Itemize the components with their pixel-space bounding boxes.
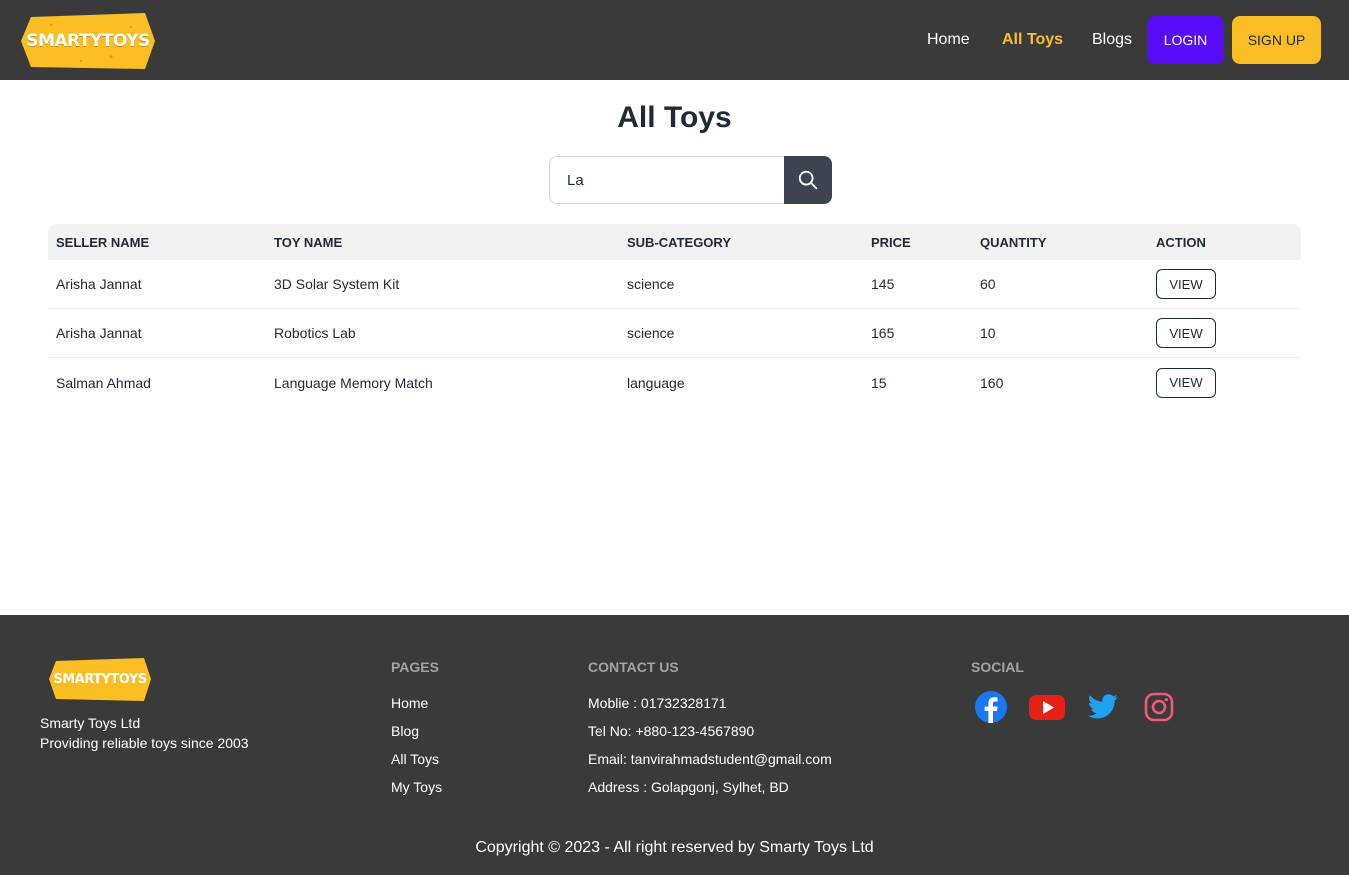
cell-toy-name: 3D Solar System Kit — [266, 260, 619, 309]
nav-blogs[interactable]: Blogs — [1092, 29, 1132, 51]
footer-link-all-toys[interactable]: All Toys — [391, 749, 439, 769]
cell-sub-category: science — [619, 260, 863, 309]
footer-link-blog[interactable]: Blog — [391, 721, 419, 741]
footer-link-my-toys[interactable]: My Toys — [391, 777, 442, 797]
cell-price: 165 — [863, 309, 972, 358]
cell-quantity: 10 — [972, 309, 1148, 358]
footer-logo[interactable]: SMARTYTOYS — [49, 658, 151, 701]
cell-seller: Arisha Jannat — [48, 309, 266, 358]
footer-contact-address: Address : Golapgonj, Sylhet, BD — [588, 779, 789, 795]
youtube-icon[interactable] — [1029, 691, 1065, 723]
footer-tagline: Providing reliable toys since 2003 — [40, 735, 249, 751]
cell-action: VIEW — [1148, 260, 1301, 309]
facebook-icon[interactable] — [975, 691, 1007, 723]
table-row: Arisha Jannat 3D Solar System Kit scienc… — [48, 260, 1301, 309]
nav-all-toys[interactable]: All Toys — [1002, 29, 1063, 51]
search-button[interactable] — [784, 156, 832, 204]
cell-sub-category: language — [627, 374, 685, 391]
search-input[interactable] — [549, 156, 785, 204]
cell-price: 145 — [863, 260, 972, 309]
cell-seller: Salman Ahmad — [56, 374, 151, 391]
copyright-text: Copyright © 2023 - All right reserved by… — [475, 839, 874, 856]
header-seller-name: SELLER NAME — [48, 224, 266, 260]
cell-seller: Arisha Jannat — [48, 260, 266, 309]
cell-quantity: 160 — [980, 374, 1004, 391]
nav-home[interactable]: Home — [927, 29, 970, 51]
view-button[interactable]: VIEW — [1156, 269, 1216, 299]
view-button[interactable]: VIEW — [1156, 367, 1216, 398]
footer-contact-tel: Tel No: +880-123-4567890 — [588, 723, 755, 739]
page-title: All Toys — [617, 101, 732, 134]
cell-action: VIEW — [1148, 358, 1301, 407]
cell-toy-name: Robotics Lab — [266, 309, 619, 358]
footer-contact-email: Email: tanvirahmadstudent@gmail.com — [588, 751, 832, 767]
footer-company-name: Smarty Toys Ltd — [40, 715, 141, 731]
site-logo[interactable]: SMARTYTOYS — [21, 13, 155, 69]
table-row: Arisha Jannat Robotics Lab science 165 1… — [48, 309, 1301, 358]
cell-sub-category: science — [619, 309, 863, 358]
twitter-icon[interactable] — [1087, 691, 1119, 723]
cell-price: 15 — [871, 374, 887, 391]
table-header-row: SELLER NAME TOY NAME SUB-CATEGORY PRICE … — [48, 224, 1301, 260]
footer-social-heading: SOCIAL — [971, 659, 1024, 675]
cell-quantity: 60 — [972, 260, 1148, 309]
footer-link-home[interactable]: Home — [391, 693, 428, 713]
cell-toy-name: Language Memory Match — [274, 374, 433, 391]
header-price: PRICE — [863, 224, 972, 260]
cell-action: VIEW — [1148, 309, 1301, 358]
logo-text: SMARTYTOYS — [26, 31, 150, 51]
instagram-icon[interactable] — [1143, 691, 1175, 723]
footer-contact-mobile: Moblie : 01732328171 — [588, 695, 727, 711]
login-button[interactable]: LOGIN — [1147, 16, 1224, 64]
signup-button[interactable]: SIGN UP — [1232, 16, 1321, 64]
toys-table: SELLER NAME TOY NAME SUB-CATEGORY PRICE … — [48, 224, 1301, 407]
footer-pages-heading: PAGES — [391, 659, 439, 675]
site-footer: SMARTYTOYS Smarty Toys Ltd Providing rel… — [0, 615, 1349, 875]
top-navbar: SMARTYTOYS Home All Toys Blogs LOGIN SIG… — [0, 0, 1349, 80]
header-toy-name: TOY NAME — [266, 224, 619, 260]
table-row: Salman Ahmad Language Memory Match langu… — [48, 358, 1301, 407]
footer-logo-text: SMARTYTOYS — [53, 672, 147, 687]
search-icon — [798, 170, 818, 190]
header-action: ACTION — [1148, 224, 1301, 260]
view-button[interactable]: VIEW — [1156, 318, 1216, 348]
header-sub-category: SUB-CATEGORY — [619, 224, 863, 260]
footer-contact-heading: CONTACT US — [588, 659, 679, 675]
header-quantity: QUANTITY — [972, 224, 1148, 260]
